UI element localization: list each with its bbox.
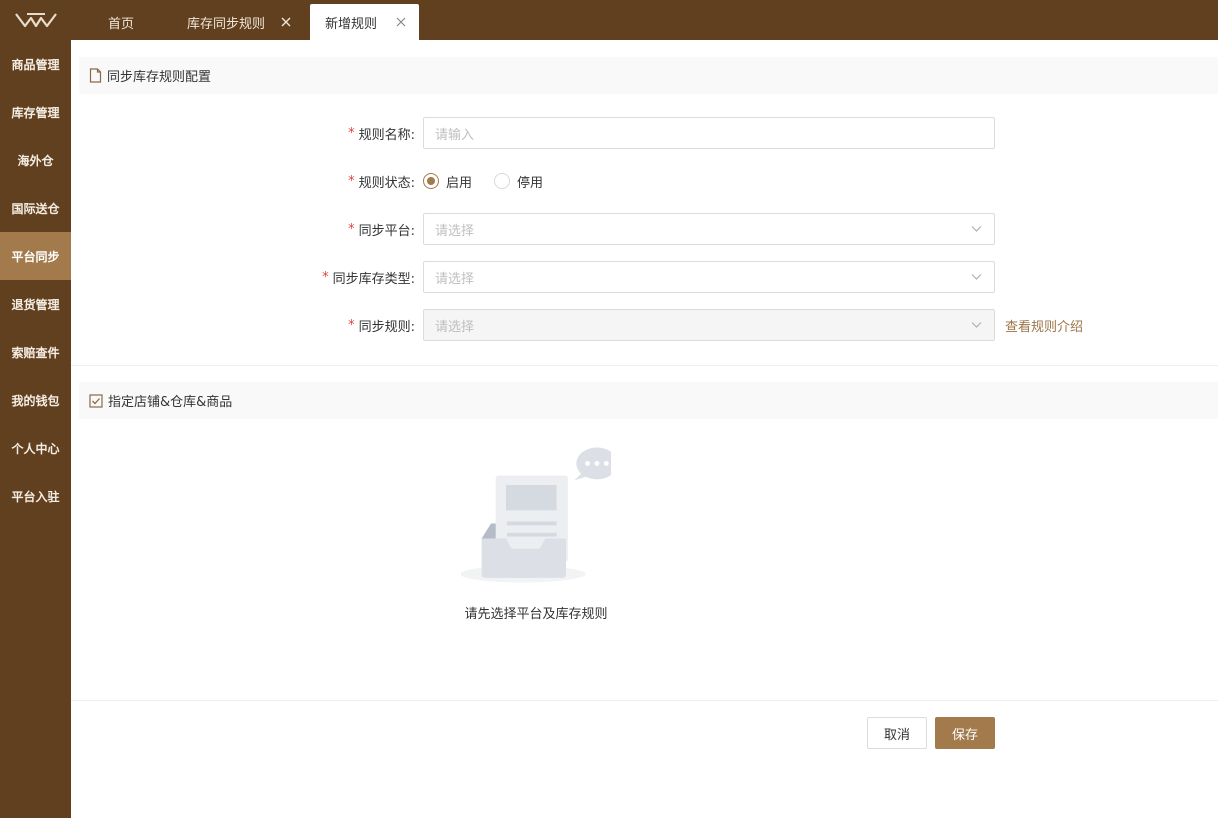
- form-row-sync-rule: * 同步规则: 请选择 查看规则介绍: [71, 309, 1218, 341]
- sidebar-item-label: 商品管理: [11, 57, 60, 72]
- sidebar-item-label: 退货管理: [11, 297, 60, 312]
- required-mark: *: [322, 269, 329, 285]
- view-rule-intro-link[interactable]: 查看规则介绍: [1005, 309, 1083, 341]
- sidebar-item-label: 索赔查件: [11, 345, 60, 360]
- chevron-down-icon: [971, 274, 982, 280]
- placeholder: 请选择: [435, 223, 475, 239]
- section-title: 同步库存规则配置: [107, 70, 212, 85]
- tab-stock-sync-rules[interactable]: 库存同步规则: [172, 4, 304, 40]
- placeholder: 请选择: [435, 319, 475, 335]
- document-icon: [89, 68, 102, 83]
- required-mark: *: [348, 221, 355, 237]
- placeholder: 请输入: [435, 127, 475, 143]
- radio-enable-label[interactable]: 启用: [446, 172, 472, 191]
- label-text: 规则状态:: [358, 175, 415, 191]
- rule-status-label: * 规则状态:: [348, 165, 415, 197]
- sidebar-item-wallet[interactable]: 我的钱包: [0, 376, 71, 424]
- rule-status-radio-group: 启用 停用: [423, 165, 565, 197]
- top-bar: 首页 库存同步规则 新增规则: [0, 0, 1218, 40]
- label-text: 同步库存类型:: [332, 271, 415, 287]
- sidebar-item-label: 个人中心: [11, 441, 60, 456]
- close-icon[interactable]: [395, 16, 407, 28]
- label-text: 规则名称:: [358, 127, 415, 143]
- sidebar-item-returns[interactable]: 退货管理: [0, 280, 71, 328]
- required-mark: *: [348, 317, 355, 333]
- form-row-sync-platform: * 同步平台: 请选择: [71, 213, 1218, 245]
- divider: [71, 700, 1218, 701]
- rule-name-input[interactable]: 请输入: [423, 117, 995, 149]
- sidebar-item-platform-onboarding[interactable]: 平台入驻: [0, 472, 71, 520]
- sidebar: 商品管理 库存管理 海外仓 国际送仓 平台同步 退货管理 索赔查件 我的钱包 个…: [0, 40, 71, 818]
- sync-platform-label: * 同步平台:: [348, 213, 415, 245]
- form-row-sync-stock-type: * 同步库存类型: 请选择: [71, 261, 1218, 293]
- required-mark: *: [348, 125, 355, 141]
- sidebar-item-label: 平台同步: [11, 249, 60, 264]
- sidebar-item-stock-management[interactable]: 库存管理: [0, 88, 71, 136]
- sidebar-item-personal-center[interactable]: 个人中心: [0, 424, 71, 472]
- tab-label: 库存同步规则: [187, 16, 266, 32]
- sidebar-item-label: 平台入驻: [11, 489, 60, 504]
- divider: [71, 365, 1218, 366]
- tab-label: 新增规则: [325, 16, 378, 32]
- checkbox-icon: [89, 393, 103, 408]
- tab-home[interactable]: 首页: [90, 4, 152, 40]
- radio-disable-label[interactable]: 停用: [517, 172, 543, 191]
- empty-box-illustration: [461, 447, 611, 583]
- radio-disable[interactable]: [494, 173, 511, 189]
- sidebar-item-platform-sync[interactable]: 平台同步: [0, 232, 71, 280]
- sync-rule-label: * 同步规则:: [348, 309, 415, 341]
- save-button[interactable]: 保存: [935, 717, 995, 749]
- required-mark: *: [348, 173, 355, 189]
- sync-stock-type-label: * 同步库存类型:: [322, 261, 415, 293]
- section-title: 指定店铺&仓库&商品: [108, 395, 233, 410]
- sidebar-item-label: 库存管理: [11, 105, 60, 120]
- sidebar-item-label: 国际送仓: [11, 201, 60, 216]
- chevron-down-icon: [971, 322, 982, 328]
- rule-name-label: * 规则名称:: [348, 117, 415, 149]
- form-row-rule-name: * 规则名称: 请输入: [71, 117, 1218, 149]
- close-icon[interactable]: [280, 16, 292, 28]
- logo-icon[interactable]: [0, 0, 71, 40]
- label-text: 同步规则:: [358, 319, 415, 335]
- sync-rule-select[interactable]: 请选择: [423, 309, 995, 341]
- placeholder: 请选择: [435, 271, 475, 287]
- main-content: 同步库存规则配置 * 规则名称: 请输入 * 规则状态: 启用 停用 * 同步平台: …: [71, 40, 1218, 818]
- sidebar-item-label: 海外仓: [17, 153, 54, 168]
- tab-label: 首页: [107, 16, 134, 32]
- empty-state-text: 请先选择平台及库存规则: [464, 607, 608, 622]
- sidebar-item-product-management[interactable]: 商品管理: [0, 40, 71, 88]
- tab-new-rule[interactable]: 新增规则: [310, 4, 419, 40]
- cancel-button[interactable]: 取消: [867, 717, 927, 749]
- sidebar-item-label: 我的钱包: [11, 393, 60, 408]
- label-text: 同步平台:: [358, 223, 415, 239]
- chevron-down-icon: [971, 226, 982, 232]
- section-header-store-warehouse-product: 指定店铺&仓库&商品: [79, 382, 1218, 419]
- sidebar-item-international-delivery[interactable]: 国际送仓: [0, 184, 71, 232]
- sidebar-item-overseas-warehouse[interactable]: 海外仓: [0, 136, 71, 184]
- radio-enable[interactable]: [423, 173, 439, 189]
- sync-stock-type-select[interactable]: 请选择: [423, 261, 995, 293]
- form-row-rule-status: * 规则状态: 启用 停用: [71, 165, 1218, 197]
- section-header-rule-config: 同步库存规则配置: [79, 57, 1218, 94]
- sync-platform-select[interactable]: 请选择: [423, 213, 995, 245]
- sidebar-item-claims[interactable]: 索赔查件: [0, 328, 71, 376]
